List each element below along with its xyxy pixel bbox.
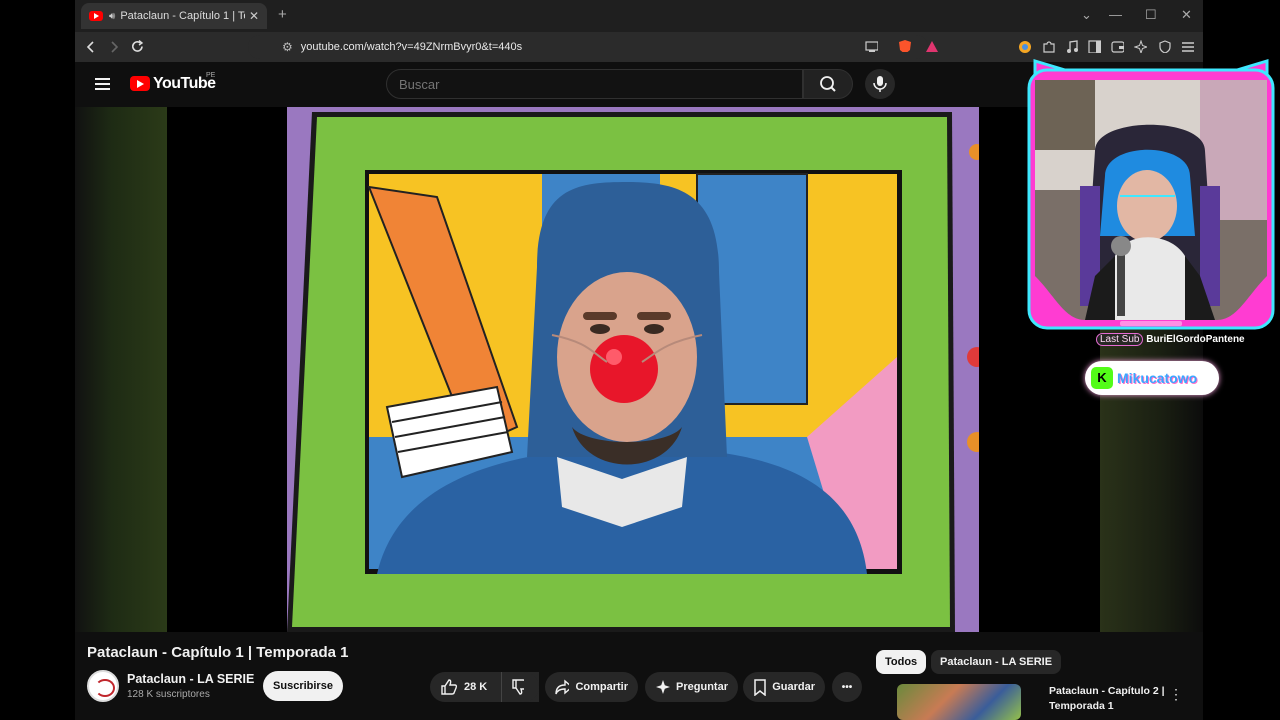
tab-strip: 🔊︎ Pataclaun - Capítulo 1 | Temp ✕ + ⌄ —… xyxy=(75,0,1203,32)
subscribe-button[interactable]: Suscribirse xyxy=(263,671,343,701)
share-icon xyxy=(555,679,570,695)
save-button[interactable]: Guardar xyxy=(743,672,825,702)
music-icon[interactable] xyxy=(1065,40,1078,53)
last-sub-label: Last Sub xyxy=(1096,333,1144,346)
cast-icon[interactable] xyxy=(865,41,878,54)
kick-logo-icon: K xyxy=(1091,367,1113,389)
more-actions-button[interactable]: ••• xyxy=(832,672,862,702)
last-sub-name: BuriElGordoPantene xyxy=(1146,334,1245,345)
youtube-logo-icon[interactable] xyxy=(130,76,150,91)
browser-menu-icon[interactable] xyxy=(1181,41,1194,54)
thumbs-up-icon xyxy=(441,679,458,695)
video-title: Pataclaun - Capítulo 1 | Temporada 1 xyxy=(87,644,349,661)
ask-label: Preguntar xyxy=(676,681,728,693)
extensions-puzzle-icon[interactable] xyxy=(1042,40,1055,53)
thumbs-down-icon xyxy=(512,679,524,695)
vpn-shield-icon[interactable] xyxy=(1158,40,1171,53)
site-settings-icon[interactable]: ⚙︎ xyxy=(282,40,293,54)
speaker-icon[interactable]: 🔊︎ xyxy=(109,11,115,22)
voice-search-button[interactable] xyxy=(865,69,895,99)
minimize-button[interactable]: — xyxy=(1109,7,1122,22)
reload-icon[interactable] xyxy=(130,39,145,54)
video-scene xyxy=(287,107,979,632)
related-video-more-icon[interactable]: ⋮ xyxy=(1169,686,1183,703)
video-metadata: Pataclaun - Capítulo 1 | Temporada 1 Pat… xyxy=(75,632,1203,720)
search-button[interactable] xyxy=(803,69,853,99)
dislike-button[interactable] xyxy=(501,672,539,702)
player-ambient-left xyxy=(75,107,167,632)
chip-all[interactable]: Todos xyxy=(876,650,927,674)
channel-name[interactable]: Pataclaun - LA SERIE xyxy=(127,672,254,686)
leo-ai-icon[interactable] xyxy=(1134,40,1147,53)
tab-search-icon[interactable]: ⌄ xyxy=(1081,7,1092,23)
ask-button[interactable]: Preguntar xyxy=(645,672,738,702)
url-bar[interactable]: ⚙︎ youtube.com/watch?v=49ZNrmBvyr0&t=440… xyxy=(248,35,928,59)
save-label: Guardar xyxy=(772,681,815,693)
like-count: 28 K xyxy=(464,681,488,693)
close-tab-icon[interactable]: ✕ xyxy=(249,9,259,23)
youtube-favicon-icon xyxy=(89,11,103,21)
sidebar-toggle-icon[interactable] xyxy=(1088,40,1101,53)
browser-tab[interactable]: 🔊︎ Pataclaun - Capítulo 1 | Temp ✕ xyxy=(81,3,267,29)
tab-title: Pataclaun - Capítulo 1 | Temp xyxy=(120,10,245,22)
last-subscriber-widget: Last Sub BuriElGordoPantene xyxy=(1096,333,1278,346)
url-text: youtube.com/watch?v=49ZNrmBvyr0&t=440s xyxy=(300,41,523,53)
brave-rewards-icon[interactable] xyxy=(925,40,938,53)
related-video-title[interactable]: Pataclaun - Capítulo 2 | Temporada 1 xyxy=(1049,684,1177,714)
wallet-icon[interactable] xyxy=(1111,40,1124,53)
kick-channel-badge: K Mikucatowo xyxy=(1085,361,1219,395)
maximize-button[interactable]: ☐ xyxy=(1145,7,1157,23)
video-frame[interactable] xyxy=(287,107,979,632)
brave-shield-icon[interactable] xyxy=(898,39,911,52)
save-bookmark-icon xyxy=(754,678,766,696)
country-code: PE xyxy=(206,72,216,79)
share-button[interactable]: Compartir xyxy=(545,672,638,702)
webcam-frame xyxy=(1027,58,1275,330)
chip-channel[interactable]: Pataclaun - LA SERIE xyxy=(931,650,1062,674)
new-tab-button[interactable]: + xyxy=(278,6,287,23)
extension-colorful-icon[interactable] xyxy=(1018,40,1031,53)
microphone-icon xyxy=(873,76,887,92)
channel-avatar[interactable] xyxy=(87,670,119,702)
kick-channel-name: Mikucatowo xyxy=(1117,370,1198,386)
hamburger-menu-icon[interactable] xyxy=(95,78,110,90)
webcam-overlay xyxy=(1025,56,1277,334)
forward-icon[interactable] xyxy=(109,40,119,54)
related-video-thumbnail[interactable] xyxy=(897,684,1021,720)
back-icon[interactable] xyxy=(86,40,96,54)
sparkle-icon xyxy=(656,680,670,694)
share-label: Compartir xyxy=(575,681,628,693)
subscriber-count: 128 K suscriptores xyxy=(127,689,210,700)
search-icon xyxy=(820,76,836,92)
close-window-button[interactable]: ✕ xyxy=(1181,7,1192,23)
search-input[interactable] xyxy=(386,69,803,99)
